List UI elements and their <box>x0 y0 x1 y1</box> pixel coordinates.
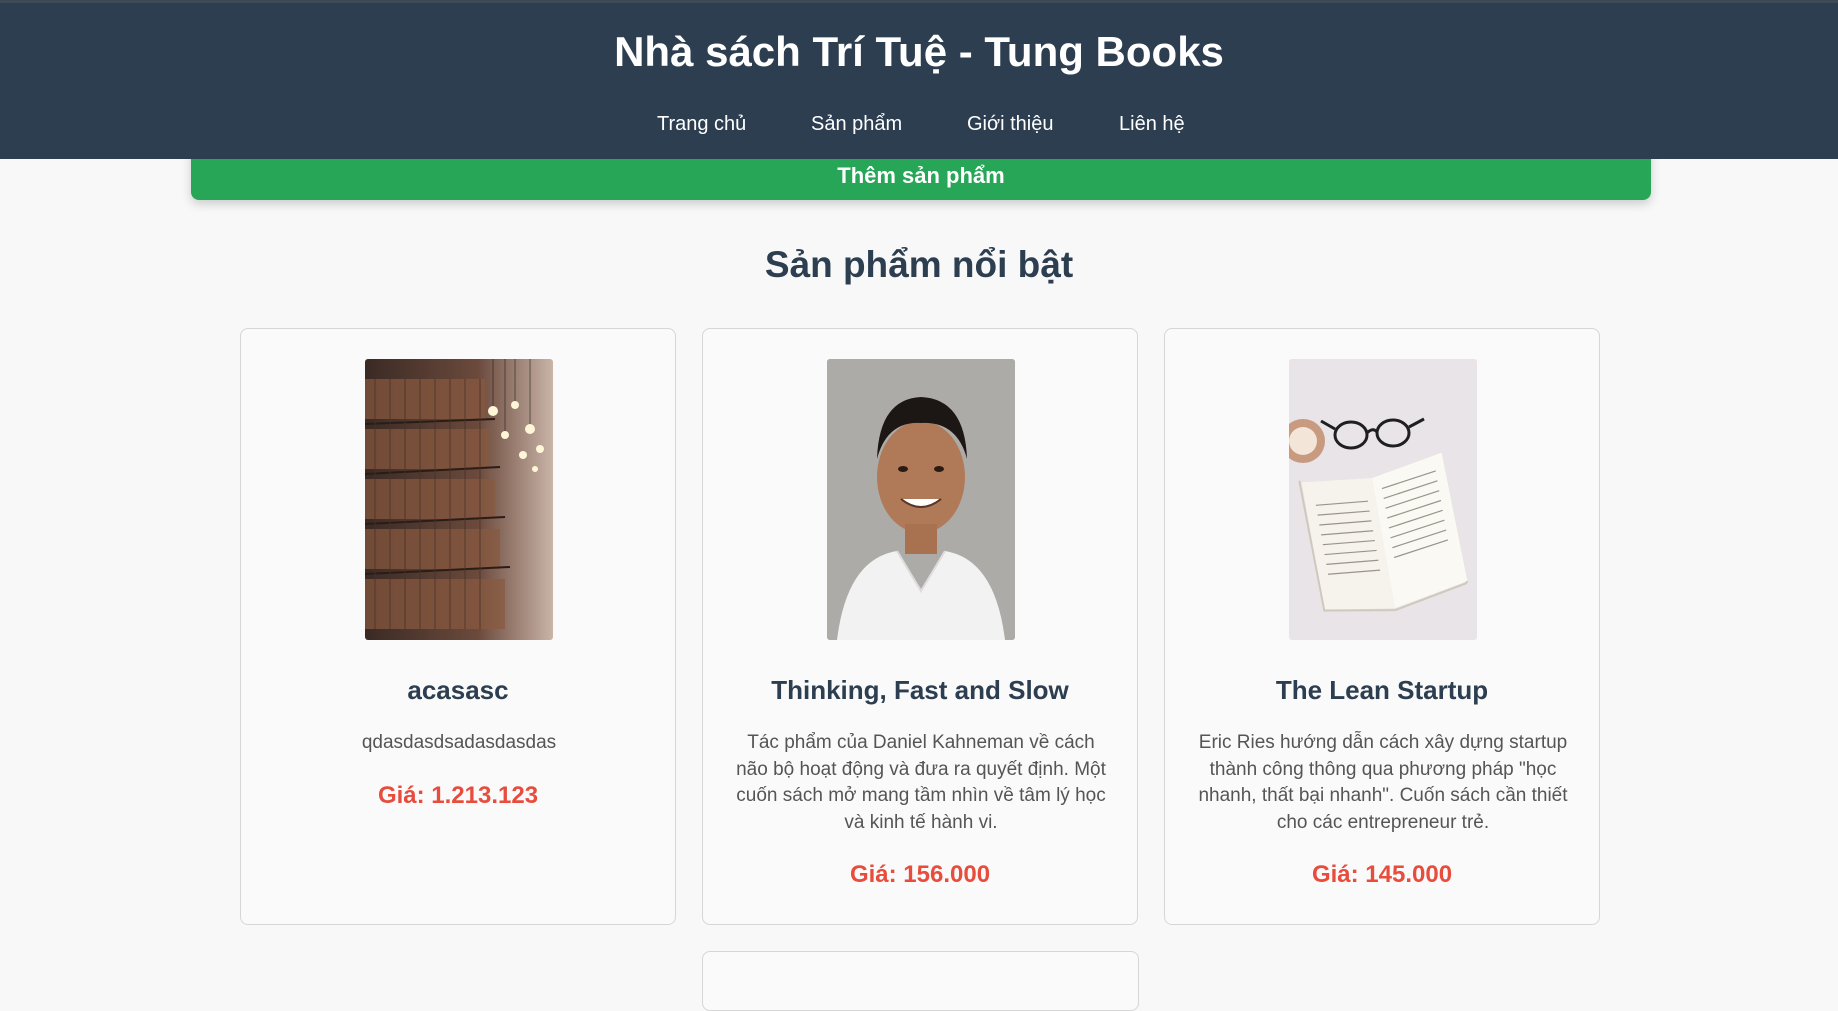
add-product-label: Thêm sản phẩm <box>837 163 1005 188</box>
library-bookshelf-photo <box>365 359 553 640</box>
product-title[interactable]: acasasc <box>241 675 675 706</box>
top-border <box>0 0 1838 3</box>
product-description: Eric Ries hướng dẫn cách xây dựng startu… <box>1198 732 1568 833</box>
product-card[interactable]: acasasc qdasdasdsadasdasdas Giá: 1.213.1… <box>240 328 676 925</box>
product-card[interactable] <box>702 951 1139 1011</box>
product-price: Giá: 145.000 <box>1311 861 1453 888</box>
main-nav: Trang chủ Sản phẩm Giới thiệu Liên hệ <box>0 109 1838 139</box>
product-price: Giá: 1.213.123 <box>377 782 539 809</box>
product-price: Giá: 156.000 <box>849 861 991 888</box>
product-image[interactable] <box>1289 359 1477 640</box>
site-header: Nhà sách Trí Tuệ - Tung Books Trang chủ … <box>0 0 1838 159</box>
nav-contact[interactable]: Liên hệ <box>1119 109 1185 139</box>
open-book-photo <box>1289 359 1477 640</box>
product-image[interactable] <box>365 359 553 640</box>
featured-section-title: Sản phẩm nổi bật <box>764 244 1074 285</box>
product-description: qdasdasdsadasdasdas <box>361 732 557 753</box>
nav-products[interactable]: Sản phẩm <box>811 109 902 139</box>
product-description: Tác phẩm của Daniel Kahneman về cách não… <box>736 732 1106 833</box>
product-title[interactable]: The Lean Startup <box>1165 675 1599 706</box>
product-image[interactable] <box>827 359 1015 640</box>
nav-about[interactable]: Giới thiệu <box>967 109 1053 139</box>
product-title[interactable]: Thinking, Fast and Slow <box>703 675 1137 706</box>
product-card[interactable]: Thinking, Fast and Slow Tác phẩm của Dan… <box>702 328 1138 925</box>
site-title: Nhà sách Trí Tuệ - Tung Books <box>614 28 1224 75</box>
nav-home[interactable]: Trang chủ <box>657 109 746 139</box>
portrait-photo <box>827 359 1015 640</box>
product-card[interactable]: The Lean Startup Eric Ries hướng dẫn các… <box>1164 328 1600 925</box>
